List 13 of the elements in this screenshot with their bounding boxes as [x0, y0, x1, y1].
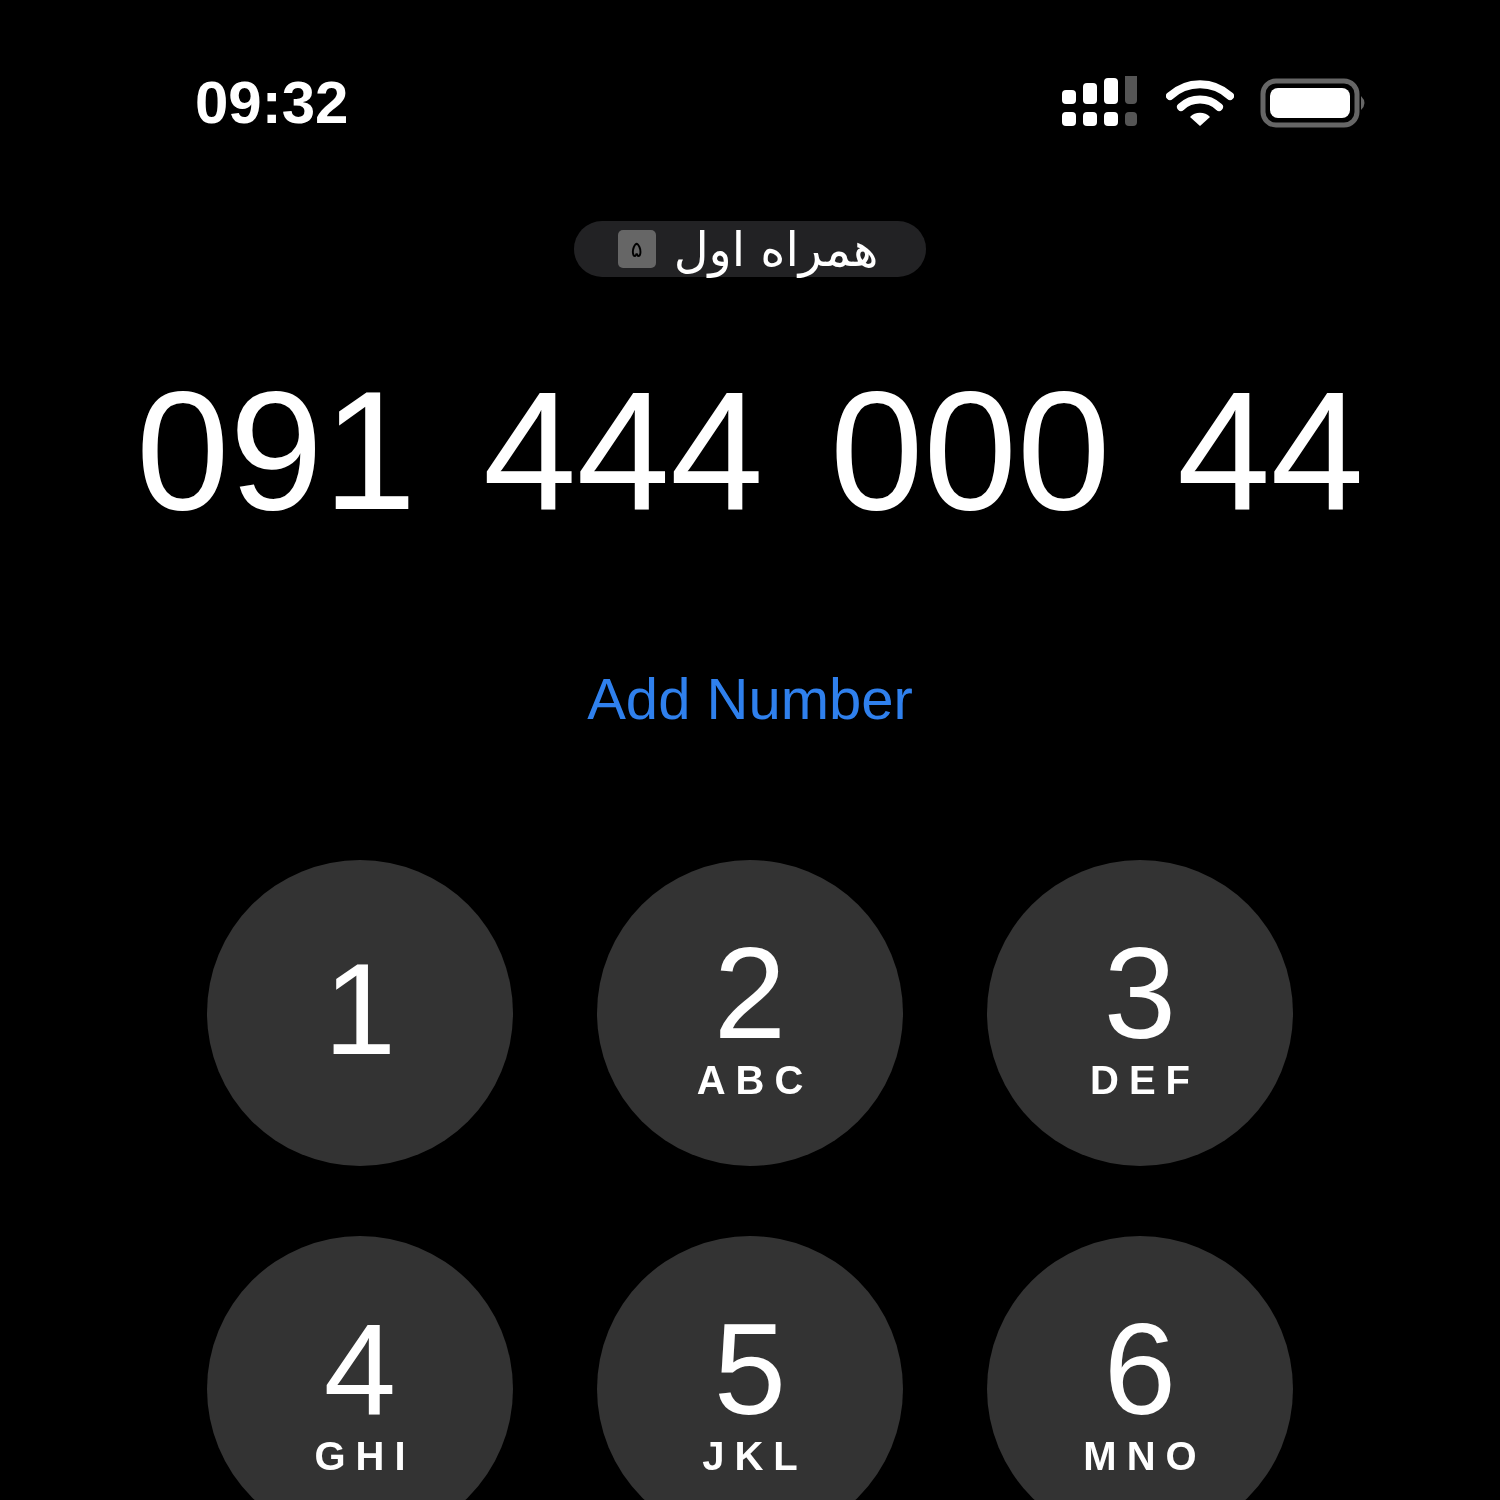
carrier-selector[interactable]: ۵ همراه اول	[573, 221, 927, 277]
keypad-key[interactable]: 2 ABC	[597, 860, 903, 1166]
add-number-link[interactable]: Add Number	[587, 665, 913, 732]
wifi-icon	[1166, 77, 1234, 128]
carrier-name: همراه اول	[673, 221, 879, 277]
keypad-key[interactable]: 3 DEF	[987, 860, 1293, 1166]
sim-badge: ۵	[617, 230, 656, 268]
keypad-key[interactable]: 4 GHI	[207, 1236, 513, 1500]
status-time: 09:32	[195, 68, 349, 137]
keypad-key[interactable]: 1	[207, 860, 513, 1166]
dialed-number: 091 444 000 44	[136, 367, 1364, 535]
keypad-key[interactable]: 6 MNO	[987, 1236, 1293, 1500]
keypad-key[interactable]: 5 JKL	[597, 1236, 903, 1500]
